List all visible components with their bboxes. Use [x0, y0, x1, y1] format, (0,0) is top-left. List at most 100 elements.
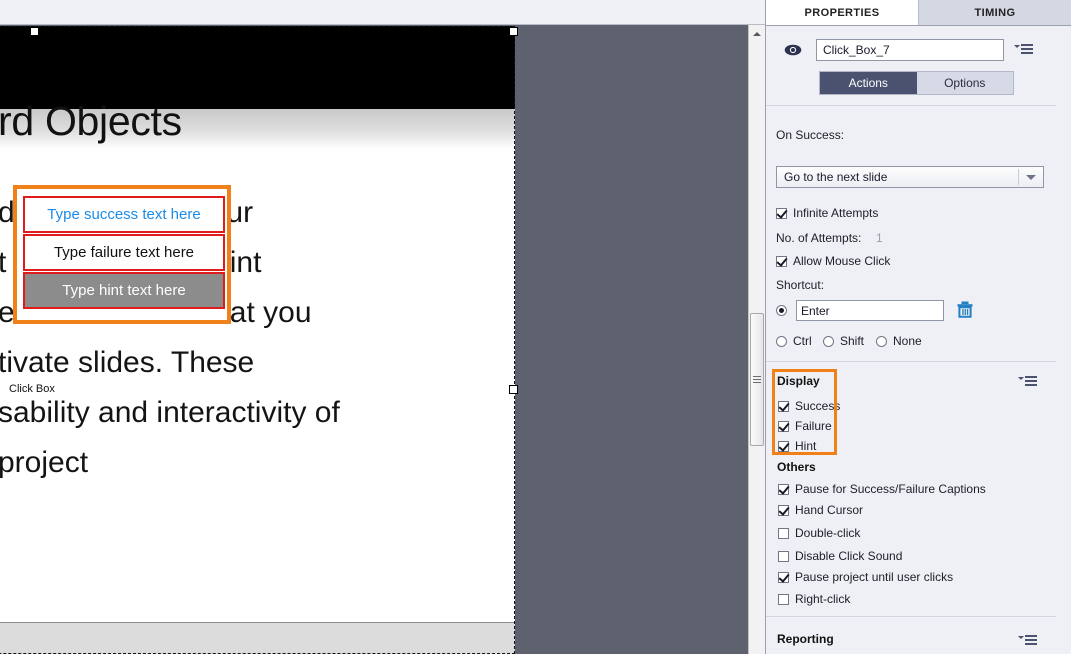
scrollbar-thumb[interactable]	[750, 313, 764, 446]
radio-indicator	[823, 335, 834, 347]
tab-properties-label: PROPERTIES	[804, 6, 880, 19]
reporting-heading: Reporting	[777, 632, 834, 646]
stage-top-strip	[0, 0, 765, 25]
trash-icon[interactable]	[956, 300, 974, 320]
pause-project-label: Pause project until user clicks	[795, 570, 954, 584]
tab-actions[interactable]: Actions	[820, 72, 917, 94]
display-hint-label: Hint	[795, 439, 817, 453]
tab-options[interactable]: Options	[917, 72, 1014, 94]
display-success-label: Success	[795, 399, 841, 413]
panel-body: Actions Options On Success: Go to the ne…	[766, 26, 1056, 654]
display-hint-checkbox[interactable]: Hint	[778, 439, 816, 453]
radio-indicator	[776, 305, 787, 316]
allow-mouse-click-label: Allow Mouse Click	[793, 254, 891, 268]
on-success-value: Go to the next slide	[784, 170, 888, 184]
infinite-attempts-label: Infinite Attempts	[793, 206, 879, 220]
tab-properties[interactable]: PROPERTIES	[766, 0, 919, 25]
checkbox-indicator	[778, 593, 789, 605]
tab-options-label: Options	[944, 76, 986, 90]
divider	[766, 361, 1056, 362]
checkbox-indicator	[778, 527, 789, 539]
slide-body-line: project	[0, 446, 89, 479]
display-success-checkbox[interactable]: Success	[778, 399, 840, 413]
slide-footer-band	[0, 622, 515, 654]
double-click-checkbox[interactable]: Double-click	[778, 526, 860, 540]
right-click-label: Right-click	[795, 592, 851, 606]
others-heading: Others	[777, 460, 816, 474]
checkbox-indicator	[778, 571, 789, 583]
slide-body-line: sability and interactivity of	[0, 396, 340, 429]
checkbox-indicator	[778, 400, 789, 412]
infinite-attempts-checkbox[interactable]: Infinite Attempts	[776, 206, 878, 220]
divider	[766, 616, 1056, 617]
panel-menu-icon[interactable]	[1014, 41, 1034, 57]
eye-icon[interactable]	[782, 42, 804, 58]
failure-caption-text: Type failure text here	[53, 244, 195, 261]
display-failure-label: Failure	[795, 419, 832, 433]
radio-indicator	[776, 335, 787, 347]
slide-header-band	[0, 26, 515, 109]
slide-canvas[interactable]: rd Objects d some flair to your t simply…	[0, 26, 515, 654]
reporting-menu-icon[interactable]	[1018, 632, 1038, 648]
checkbox-indicator	[776, 255, 787, 267]
modifier-none-radio[interactable]: None	[876, 334, 922, 348]
slide-body-line: tivate slides. These	[0, 346, 255, 379]
display-heading: Display	[777, 374, 820, 388]
slide-stage[interactable]: rd Objects d some flair to your t simply…	[0, 0, 765, 654]
pause-for-captions-label: Pause for Success/Failure Captions	[795, 482, 986, 496]
modifier-none-label: None	[893, 334, 922, 348]
pause-project-checkbox[interactable]: Pause project until user clicks	[778, 570, 953, 584]
success-caption[interactable]: Type success text here	[23, 196, 225, 233]
allow-mouse-click-checkbox[interactable]: Allow Mouse Click	[776, 254, 890, 268]
hint-caption-text: Type hint text here	[62, 282, 186, 299]
modifier-shift-label: Shift	[840, 334, 865, 348]
checkbox-indicator	[778, 420, 789, 432]
shortcut-label: Shortcut:	[776, 278, 825, 292]
tab-timing-label: TIMING	[974, 6, 1016, 19]
right-click-checkbox[interactable]: Right-click	[778, 592, 850, 606]
hand-cursor-checkbox[interactable]: Hand Cursor	[778, 503, 863, 517]
tab-timing[interactable]: TIMING	[919, 0, 1071, 25]
checkbox-indicator	[778, 504, 789, 516]
click-box-label: Click Box	[6, 382, 58, 396]
object-name-input[interactable]	[816, 39, 1004, 61]
no-of-attempts-label: No. of Attempts:	[776, 231, 862, 245]
selection-handle-top-right[interactable]	[509, 27, 518, 36]
hand-cursor-label: Hand Cursor	[795, 503, 864, 517]
app-window: rd Objects d some flair to your t simply…	[0, 0, 1071, 654]
slide-title: rd Objects	[0, 98, 182, 144]
modifier-ctrl-label: Ctrl	[793, 334, 812, 348]
display-menu-icon[interactable]	[1018, 373, 1038, 389]
tab-actions-label: Actions	[848, 76, 888, 90]
disable-click-sound-label: Disable Click Sound	[795, 549, 903, 563]
actions-options-toggle: Actions Options	[819, 71, 1014, 95]
selection-handle-top-left[interactable]	[30, 27, 39, 36]
on-success-label: On Success:	[776, 128, 845, 142]
on-success-dropdown[interactable]: Go to the next slide	[776, 166, 1044, 188]
shortcut-input[interactable]	[796, 300, 944, 321]
panel-tab-bar: PROPERTIES TIMING	[766, 0, 1071, 26]
selection-handle-middle-right[interactable]	[509, 385, 518, 394]
captions-highlight-group: Type success text here Type failure text…	[13, 185, 231, 324]
hint-caption[interactable]: Type hint text here	[23, 272, 225, 309]
checkbox-indicator	[776, 207, 787, 219]
double-click-label: Double-click	[795, 526, 861, 540]
properties-panel: PROPERTIES TIMING Click_Box_7 Actions Op…	[765, 0, 1071, 654]
checkbox-indicator	[778, 483, 789, 495]
stage-vertical-scrollbar[interactable]	[748, 25, 765, 654]
disable-click-sound-checkbox[interactable]: Disable Click Sound	[778, 549, 902, 563]
shortcut-radio[interactable]	[776, 305, 793, 316]
scroll-up-arrow-icon[interactable]	[749, 25, 765, 42]
divider	[766, 105, 1056, 106]
display-failure-checkbox[interactable]: Failure	[778, 419, 832, 433]
no-of-attempts-value: 1	[876, 231, 883, 245]
chevron-down-icon	[1019, 174, 1043, 180]
checkbox-indicator	[778, 440, 789, 452]
success-caption-text: Type success text here	[47, 206, 201, 223]
failure-caption[interactable]: Type failure text here	[23, 234, 225, 271]
modifier-shift-radio[interactable]: Shift	[823, 334, 864, 348]
radio-indicator	[876, 335, 887, 347]
pause-for-captions-checkbox[interactable]: Pause for Success/Failure Captions	[778, 482, 986, 496]
modifier-ctrl-radio[interactable]: Ctrl	[776, 334, 812, 348]
checkbox-indicator	[778, 550, 789, 562]
